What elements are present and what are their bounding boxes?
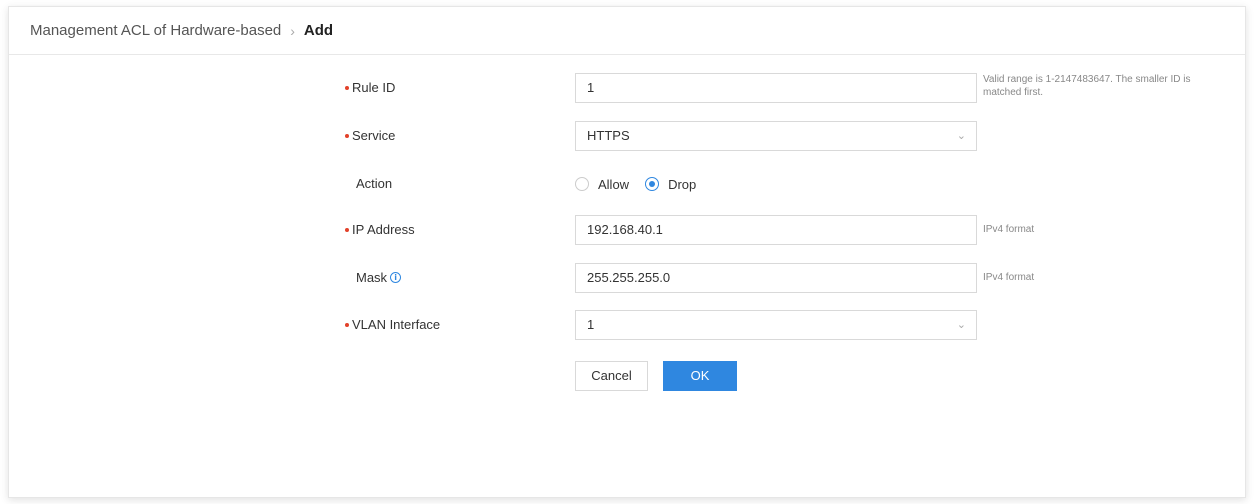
service-selected-value: HTTPS [587, 128, 630, 143]
mask-row: Mask i 255.255.255.0 IPv4 format [0, 263, 1254, 293]
vlan-interface-label: VLAN Interface [345, 310, 440, 340]
breadcrumb-root-link[interactable]: Management ACL of Hardware-based [30, 22, 281, 39]
service-select[interactable]: HTTPS ⌄ [575, 121, 977, 151]
form-actions: Cancel OK [0, 361, 1254, 391]
ip-address-label: IP Address [345, 215, 415, 245]
ip-address-input[interactable]: 192.168.40.1 [575, 215, 977, 245]
page-title: Add [303, 22, 334, 39]
action-label: Action [356, 176, 393, 191]
service-label: Service [345, 121, 395, 151]
cancel-button[interactable]: Cancel [575, 361, 648, 391]
rule-id-hint: Valid range is 1-2147483647. The smaller… [983, 74, 1191, 98]
radio-unchecked-icon [575, 177, 589, 191]
service-row: Service HTTPS ⌄ [0, 121, 1254, 151]
vlan-interface-selected-value: 1 [587, 317, 595, 332]
ok-button[interactable]: OK [663, 361, 737, 391]
breadcrumb: Management ACL of Hardware-based › Add [9, 7, 1245, 55]
rule-id-row: Rule ID 1 Valid range is 1-2147483647. T… [0, 73, 1254, 103]
action-allow-radio[interactable]: Allow [575, 177, 629, 192]
mask-hint: IPv4 format [983, 272, 1035, 283]
mask-label-text: Mask [356, 270, 388, 285]
mask-label: Mask i [345, 263, 402, 293]
chevron-down-icon: ⌄ [956, 130, 966, 142]
ip-address-hint: IPv4 format [983, 224, 1035, 235]
action-drop-radio[interactable]: Drop [645, 177, 696, 192]
action-allow-label: Allow [598, 176, 630, 192]
action-row: Action Allow Drop [0, 169, 1254, 199]
action-radio-group: Allow Drop [575, 169, 712, 199]
radio-checked-icon [645, 177, 660, 191]
action-drop-label: Drop [668, 176, 697, 192]
vlan-interface-select[interactable]: 1 ⌄ [575, 310, 977, 340]
rule-id-label: Rule ID [345, 73, 395, 103]
vlan-interface-row: VLAN Interface 1 ⌄ [0, 310, 1254, 340]
info-icon[interactable]: i [390, 272, 402, 284]
rule-id-input[interactable]: 1 [575, 73, 977, 103]
chevron-down-icon: ⌄ [956, 319, 966, 331]
mask-input[interactable]: 255.255.255.0 [575, 263, 977, 293]
ip-address-row: IP Address 192.168.40.1 IPv4 format [0, 215, 1254, 245]
breadcrumb-separator-icon: › [290, 22, 295, 39]
